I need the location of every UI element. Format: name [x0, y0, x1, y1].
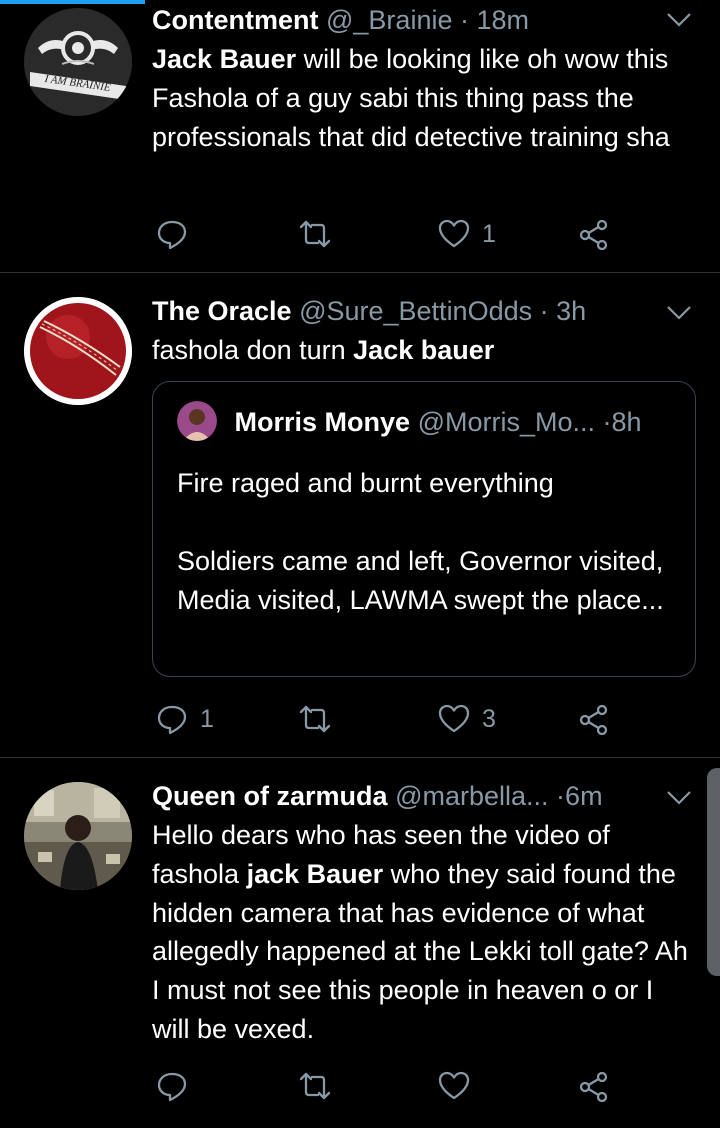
like-button[interactable]: 3: [438, 699, 496, 739]
tweet-text: fashola don turn Jack bauer: [152, 331, 697, 370]
mention-text[interactable]: Jack bauer: [353, 335, 494, 365]
action-bar: [152, 1066, 632, 1106]
avatar: [177, 401, 217, 441]
display-name[interactable]: Contentment: [152, 5, 318, 35]
avatar[interactable]: I AM BRAINIE: [24, 8, 132, 116]
avatar[interactable]: [24, 297, 132, 405]
retweet-icon: [299, 220, 331, 248]
reply-count: 1: [200, 704, 214, 733]
action-bar: 1: [152, 214, 632, 254]
retweet-icon: [299, 1072, 331, 1100]
retweet-icon: [299, 705, 331, 733]
timestamp[interactable]: 3h: [556, 296, 586, 326]
retweet-button[interactable]: [298, 1066, 344, 1106]
tweet-header: Contentment @_Brainie · 18m: [152, 2, 650, 38]
avatar[interactable]: [24, 782, 132, 890]
quoted-paragraph: Soldiers came and left, Governor visited…: [177, 546, 664, 615]
scrollbar-thumb[interactable]: [707, 768, 720, 976]
display-name[interactable]: The Oracle: [152, 296, 292, 326]
like-button[interactable]: 1: [438, 214, 496, 254]
user-photo-avatar-image: [24, 782, 132, 890]
timestamp[interactable]: 6m: [565, 781, 603, 811]
body-text-segment: fashola don turn: [152, 335, 354, 365]
like-count: 3: [482, 704, 496, 733]
tweet-2[interactable]: The Oracle @Sure_BettinOdds · 3h fashola…: [0, 273, 720, 757]
share-button[interactable]: [578, 1066, 610, 1106]
separator-dot: ·: [556, 781, 566, 811]
quoted-user-avatar-image: [177, 401, 217, 441]
separator-dot: ·: [539, 296, 549, 326]
share-icon: [579, 219, 608, 250]
like-button[interactable]: [438, 1066, 482, 1106]
quoted-tweet-text: Fire raged and burnt everything Soldiers…: [177, 464, 677, 620]
like-count: 1: [482, 219, 496, 248]
reply-button[interactable]: 1: [156, 699, 214, 739]
quoted-tweet[interactable]: Morris Monye @Morris_Mo... ·8h Fire rage…: [152, 381, 696, 677]
user-handle[interactable]: @_Brainie: [326, 5, 452, 35]
quoted-display-name: Morris Monye: [234, 407, 411, 438]
retweet-button[interactable]: [298, 214, 344, 254]
mention-text[interactable]: jack Bauer: [247, 859, 384, 889]
tweet-header: Queen of zarmuda @marbella... ·6m: [152, 778, 650, 814]
tweet-header: The Oracle @Sure_BettinOdds · 3h: [152, 293, 650, 329]
separator-dot: ·: [602, 407, 612, 438]
quoted-timestamp: 8h: [611, 407, 642, 438]
tweet-text: Jack Bauer will be looking like oh wow t…: [152, 40, 697, 156]
share-button[interactable]: [578, 214, 610, 254]
chevron-down-icon[interactable]: [666, 790, 692, 806]
tweet-3[interactable]: Queen of zarmuda @marbella... ·6m Hello …: [0, 758, 720, 1128]
tweet-1[interactable]: I AM BRAINIE Contentment @_Brainie · 18m…: [0, 0, 720, 272]
avatar-logo-image: I AM BRAINIE: [24, 8, 132, 116]
cricket-ball-avatar-image: [24, 297, 132, 405]
reply-button[interactable]: [156, 214, 200, 254]
heart-icon: [438, 704, 470, 733]
retweet-button[interactable]: [298, 699, 344, 739]
action-bar: 1 3: [152, 699, 632, 739]
separator-dot: ·: [460, 5, 469, 35]
reply-icon: [157, 220, 187, 250]
display-name[interactable]: Queen of zarmuda: [152, 781, 388, 811]
reply-icon: [157, 705, 187, 735]
user-handle[interactable]: @marbella...: [395, 781, 548, 811]
quoted-paragraph: Fire raged and burnt everything: [177, 468, 554, 498]
quoted-user-handle: @Morris_Mo...: [417, 407, 595, 438]
chevron-down-icon[interactable]: [666, 12, 692, 28]
quoted-tweet-header: Morris Monye @Morris_Mo... ·8h: [177, 401, 677, 441]
mention-text[interactable]: Jack Bauer: [152, 44, 296, 74]
chevron-down-icon[interactable]: [666, 305, 692, 321]
share-icon: [579, 704, 608, 735]
reply-button[interactable]: [156, 1066, 200, 1106]
reply-icon: [157, 1072, 187, 1102]
heart-icon: [438, 1071, 470, 1100]
share-icon: [579, 1071, 608, 1102]
heart-icon: [438, 219, 470, 248]
tweet-text: Hello dears who has seen the video of fa…: [152, 816, 697, 1049]
timestamp[interactable]: 18m: [477, 5, 530, 35]
user-handle[interactable]: @Sure_BettinOdds: [299, 296, 532, 326]
share-button[interactable]: [578, 699, 610, 739]
